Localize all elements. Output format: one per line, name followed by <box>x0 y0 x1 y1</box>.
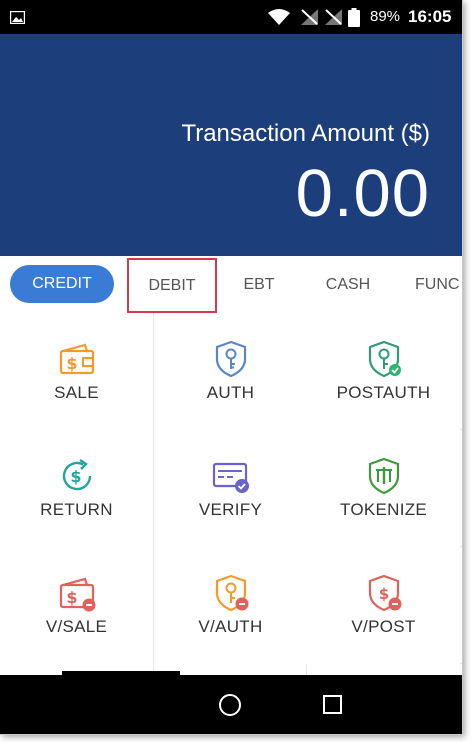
tokenize-label: TOKENIZE <box>339 500 428 519</box>
auth-label: AUTH <box>206 383 255 402</box>
postauth-label: POSTAUTH <box>336 383 431 402</box>
amount-header: Transaction Amount ($) 0.00 <box>0 34 462 256</box>
shield-token-icon <box>368 457 400 495</box>
navigation-bar <box>0 671 462 734</box>
sale-button[interactable]: $ SALE <box>0 313 153 430</box>
wallet-void-icon: $ <box>59 577 96 612</box>
shield-key-check-icon <box>368 340 401 378</box>
void-sale-label: V/SALE <box>45 617 108 636</box>
home-button[interactable] <box>219 694 241 716</box>
card-check-icon <box>212 462 249 493</box>
battery-icon <box>348 8 360 27</box>
svg-text:$: $ <box>66 588 77 607</box>
wifi-icon <box>268 9 290 25</box>
recents-button[interactable] <box>323 695 342 714</box>
svg-text:$: $ <box>70 467 81 486</box>
return-button[interactable]: $ RETURN <box>0 430 153 547</box>
sale-label: SALE <box>54 383 99 402</box>
tokenize-button[interactable]: TOKENIZE <box>307 430 460 547</box>
no-signal-icon <box>325 9 342 25</box>
shield-key-icon <box>215 340 247 378</box>
image-icon <box>10 11 25 24</box>
amount-value[interactable]: 0.00 <box>296 156 430 232</box>
tab-ebt[interactable]: EBT <box>232 256 286 313</box>
shield-key-void-icon <box>215 574 249 612</box>
tab-debit[interactable]: DEBIT <box>127 258 217 313</box>
tab-credit[interactable]: CREDIT <box>10 265 114 303</box>
void-auth-label: V/AUTH <box>198 617 263 636</box>
device-screen: 89% 16:05 Transaction Amount ($) 0.00 CR… <box>0 0 463 735</box>
void-post-button[interactable]: $ V/POST <box>307 547 460 664</box>
void-post-label: V/POST <box>351 617 416 636</box>
void-sale-button[interactable]: $ V/SALE <box>0 547 153 664</box>
no-signal-icon <box>301 9 318 25</box>
amount-label: Transaction Amount ($) <box>181 120 430 147</box>
svg-text:$: $ <box>379 585 389 603</box>
wallet-dollar-icon: $ <box>59 343 95 375</box>
action-grid: $ SALE AUTH POSTAUTH $ RETURN VERIFY TOK… <box>0 313 462 675</box>
nav-strip <box>62 671 180 675</box>
tab-func[interactable]: FUNC <box>415 256 462 313</box>
dollar-return-icon: $ <box>62 459 92 491</box>
payment-type-tabs: CREDIT DEBIT EBT CASH FUNC <box>0 256 462 314</box>
battery-percent: 89% <box>370 8 401 25</box>
svg-text:$: $ <box>66 354 77 373</box>
return-label: RETURN <box>40 500 113 519</box>
verify-label: VERIFY <box>198 500 263 519</box>
tab-cash[interactable]: CASH <box>318 256 378 313</box>
status-bar: 89% 16:05 <box>0 0 462 34</box>
postauth-button[interactable]: POSTAUTH <box>307 313 460 430</box>
shield-dollar-void-icon: $ <box>368 574 402 612</box>
void-auth-button[interactable]: V/AUTH <box>154 547 307 664</box>
clock: 16:05 <box>408 7 452 26</box>
auth-button[interactable]: AUTH <box>154 313 307 430</box>
verify-button[interactable]: VERIFY <box>154 430 307 547</box>
